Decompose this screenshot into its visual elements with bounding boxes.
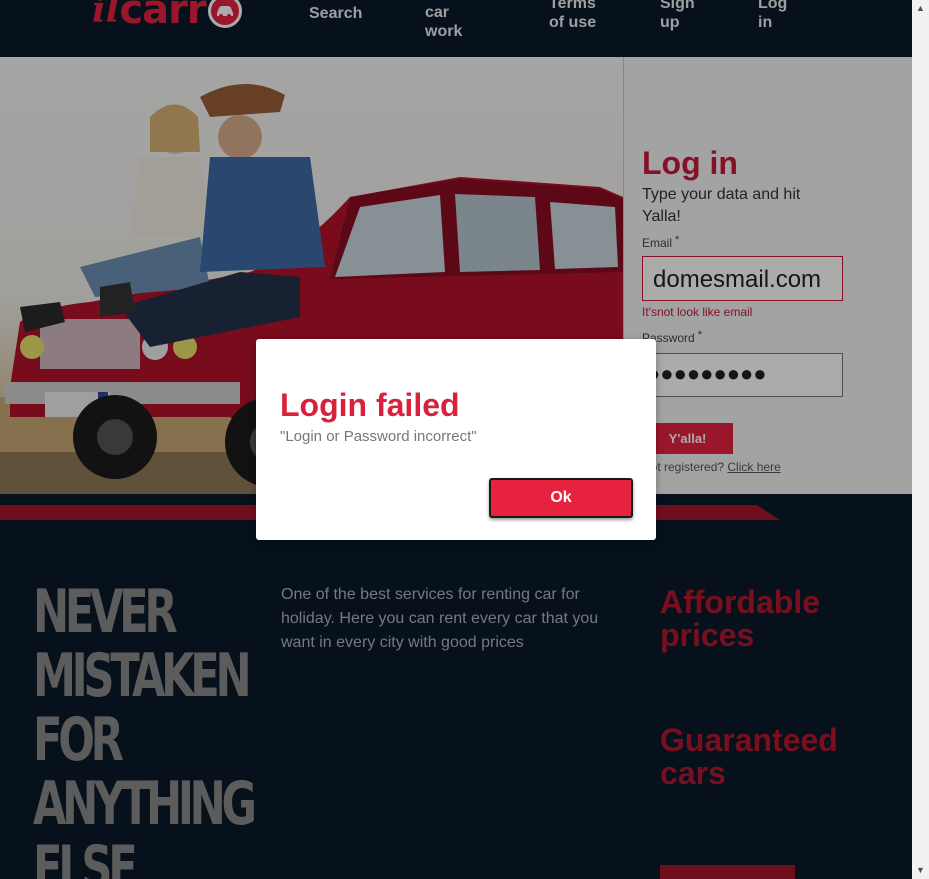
login-failed-dialog: Login failed "Login or Password incorrec…: [256, 339, 656, 540]
scroll-up-arrow-icon[interactable]: ▲: [912, 0, 929, 17]
page-scrollbar[interactable]: ▲ ▼: [912, 0, 929, 879]
scroll-down-arrow-icon[interactable]: ▼: [912, 862, 929, 879]
ok-button[interactable]: Ok: [489, 478, 633, 518]
dialog-title: Login failed: [280, 387, 460, 423]
dialog-message: "Login or Password incorrect": [280, 428, 477, 445]
